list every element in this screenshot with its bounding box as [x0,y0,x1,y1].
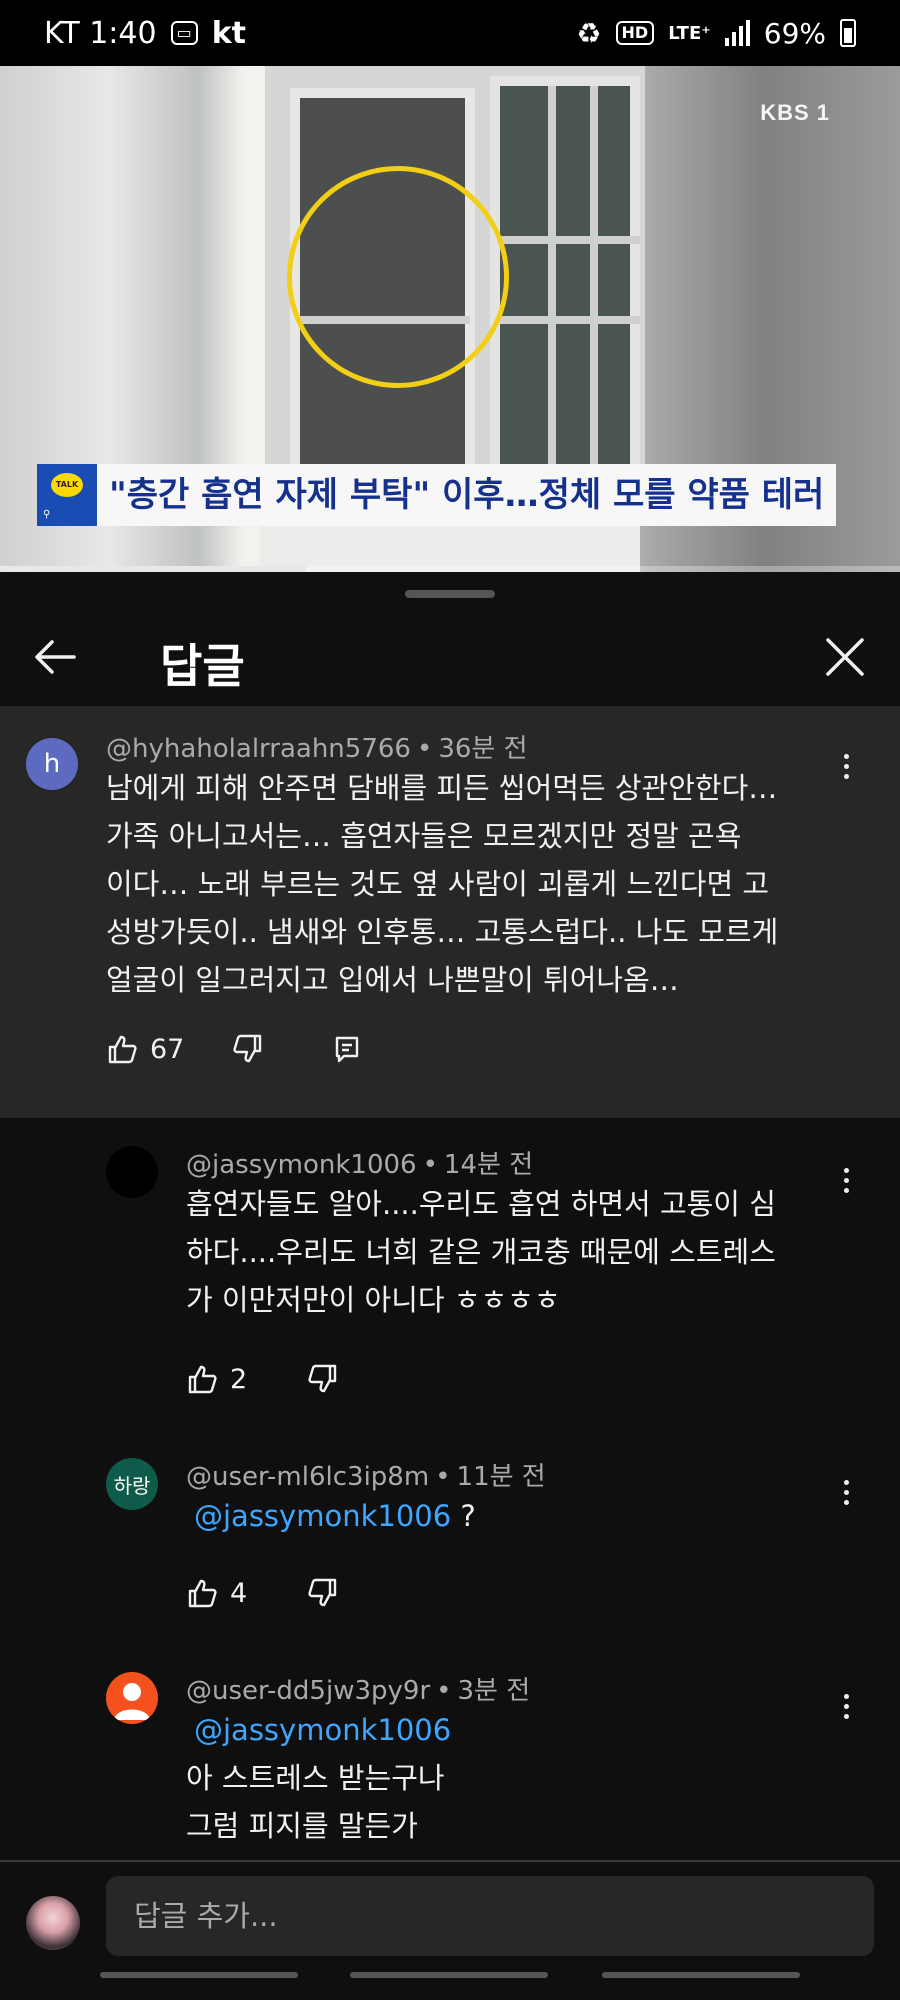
parent-comment: h @hyhaholalrraahn5766 • 36분 전 남에게 피해 안주면 … [0,706,900,1118]
more-options-button[interactable] [836,746,856,786]
comment-line: 가 이만저만이 아니다 ㅎㅎㅎㅎ [186,1283,561,1317]
cast-icon: ▭ [170,21,198,45]
thumbs-down-icon [233,1034,262,1063]
comment-author[interactable]: @user-dd5jw3py9r [186,1676,430,1706]
comment-line: 흡연자들도 알아....우리도 흡연 하면서 고통이 심 [186,1187,776,1221]
dislike-button[interactable] [230,1032,264,1066]
search-icon: ⚲ [43,509,51,520]
comment-body: @jassymonk1006 ? [186,1492,476,1540]
signal-icon [724,20,750,46]
my-avatar[interactable] [26,1896,80,1950]
thumbs-up-icon [188,1365,217,1394]
person-icon [114,1683,150,1720]
comment-line: ? [451,1499,476,1533]
network-label: LTE⁺ [668,22,711,44]
comment-line: 남에게 피해 안주면 담배를 피든 씹어먹든 상관안한다… [106,771,778,805]
carrier-time: KT 1:40 [44,15,157,51]
like-count: 67 [150,1033,185,1065]
comment-line: 성방가듯이.. 냄새와 인후통… 고통스럽다.. 나도 모르게 [106,915,779,949]
thumbs-up-icon [188,1579,217,1608]
video-scene-bar [500,236,640,244]
video-scene-bar [590,86,598,476]
caption-text: "층간 흡연 자제 부탁" 이후…정체 모를 약품 테러 [97,464,837,526]
comment-author[interactable]: @jassymonk1006 [186,1150,417,1180]
comment-line: 가족 아니고서는… 흡연자들은 모르겠지만 정말 곤욕 [106,819,742,853]
sheet-header: 답글 [0,612,900,704]
like-count: 4 [230,1577,248,1609]
comment-actions: 4 [186,1576,339,1610]
comment-line: 이다… 노래 부르는 것도 옆 사람이 괴롭게 느낀다면 고 [106,867,770,901]
dislike-button[interactable] [305,1362,339,1396]
kakaotalk-logo: TALK ⚲ [37,464,97,526]
battery-icon [840,19,856,47]
highlight-circle [287,166,509,388]
comment-meta: @hyhaholalrraahn5766 • 36분 전 [106,734,528,764]
comment-time: 36분 전 [438,734,528,764]
comment-meta: @user-dd5jw3py9r • 3분 전 [186,1676,531,1706]
avatar[interactable]: h [26,738,78,790]
like-count: 2 [230,1363,248,1395]
comment-actions: 67 [106,1032,364,1066]
mention-link[interactable]: @jassymonk1006 [194,1713,451,1747]
avatar[interactable] [106,1672,158,1724]
status-bar: KT 1:40 ▭ kt ♻ HD LTE⁺ 69% [0,0,900,66]
comment-body: @jassymonk1006 아 스트레스 받는구나 그럼 피지를 말든가 [186,1706,451,1850]
more-options-button[interactable] [836,1472,856,1512]
drag-handle[interactable] [405,590,495,598]
comment-meta: @jassymonk1006 • 14분 전 [186,1150,534,1180]
thumbs-down-icon [308,1578,337,1607]
comment-line: 하다....우리도 너희 같은 개코충 때문에 스트레스 [186,1235,776,1269]
like-button[interactable]: 67 [106,1032,184,1066]
video-scene-window-right [490,76,640,486]
reply-button[interactable] [330,1032,364,1066]
comment-actions: 2 [186,1362,339,1396]
like-button[interactable]: 2 [186,1362,247,1396]
gesture-bar [602,1972,800,1978]
avatar[interactable] [106,1146,158,1198]
comment-line: 그럼 피지를 말든가 [186,1809,418,1843]
comment-line: 얼굴이 일그러지고 입에서 나쁜말이 튀어나옴… [106,963,679,997]
back-button[interactable] [30,632,80,682]
comment-time: 14분 전 [443,1150,534,1180]
replies-sheet: 답글 h @hyhaholalrraahn5766 • 36분 전 남에게 피해 안… [0,572,900,2000]
like-button[interactable]: 4 [186,1576,247,1610]
sheet-title: 답글 [160,639,245,693]
video-scene-bar [548,86,556,476]
comment-time: 11분 전 [456,1462,546,1492]
comment-line: 아 스트레스 받는구나 [186,1761,445,1795]
gesture-bar [100,1972,298,1978]
battery-percent: 69% [763,16,826,50]
arrow-left-icon [35,640,76,674]
comment-meta: @user-ml6lc3ip8m • 11분 전 [186,1462,546,1492]
reply-input[interactable] [106,1876,874,1956]
thumbs-down-icon [308,1364,337,1393]
thumbs-up-icon [108,1035,137,1064]
channel-logo: KBS 1 [760,100,830,125]
more-options-button[interactable] [836,1686,856,1726]
comment-body: 남에게 피해 안주면 담배를 피든 씹어먹든 상관안한다… 가족 아니고서는… … [106,764,778,1004]
close-icon [826,638,864,676]
comment-author[interactable]: @user-ml6lc3ip8m [186,1462,429,1492]
mention-link[interactable]: @jassymonk1006 [194,1499,451,1533]
avatar[interactable]: 하랑 [106,1458,158,1510]
reply-input-bar [0,1860,900,2000]
hd-icon: HD [615,21,655,45]
recycle-icon: ♻ [576,16,602,50]
close-button[interactable] [820,632,870,682]
comment-icon [336,1036,359,1063]
news-caption: TALK ⚲ "층간 흡연 자제 부탁" 이후…정체 모를 약품 테러 [37,464,837,526]
carrier-label: kt [211,15,246,51]
comment-body: 흡연자들도 알아....우리도 흡연 하면서 고통이 심 하다....우리도 너… [186,1180,776,1324]
video-scene-bar [500,316,640,324]
comment-author[interactable]: @hyhaholalrraahn5766 [106,734,411,764]
video-player[interactable]: KBS 1 TALK ⚲ "층간 흡연 자제 부탁" 이후…정체 모를 약품 테… [0,66,900,572]
gesture-bar [350,1972,548,1978]
comment-time: 3분 전 [457,1676,531,1706]
dislike-button[interactable] [305,1576,339,1610]
more-options-button[interactable] [836,1160,856,1200]
